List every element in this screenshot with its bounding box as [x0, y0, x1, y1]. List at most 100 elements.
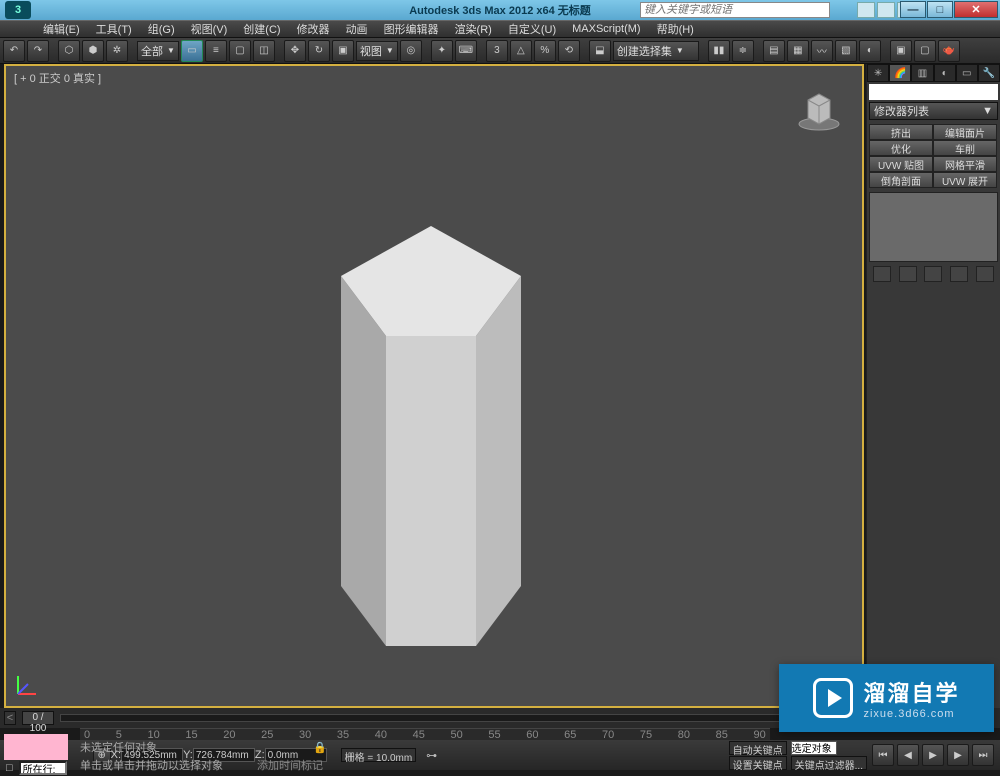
link-button[interactable]: ⬡	[58, 40, 80, 62]
manipulate-button[interactable]: ✦	[431, 40, 453, 62]
lock-icon[interactable]: 🔒	[313, 741, 327, 754]
viewport-label[interactable]: [ + 0 正交 0 真实 ]	[14, 70, 101, 86]
goto-start-button[interactable]: ⏮	[872, 744, 894, 766]
modifier-stack[interactable]	[869, 192, 998, 262]
menu-tools[interactable]: 工具(T)	[88, 21, 140, 37]
main-toolbar: ↶ ↷ ⬡ ⬢ ✲ 全部▼ ▭ ≡ ▢ ◫ ✥ ↻ ▣ 视图▼ ◎ ✦ ⌨ 3 …	[0, 38, 1000, 64]
selection-filter-combo[interactable]: 全部▼	[137, 41, 179, 61]
named-selection-combo[interactable]: 创建选择集▼	[613, 41, 699, 61]
mod-optimize-button[interactable]: 优化	[869, 140, 933, 156]
menu-help[interactable]: 帮助(H)	[649, 21, 702, 37]
stack-toolbar	[867, 264, 1000, 284]
kbd-shortcut-button[interactable]: ⌨	[455, 40, 477, 62]
edit-named-sel-button[interactable]: ⬓	[589, 40, 611, 62]
render-button[interactable]: 🫖	[938, 40, 960, 62]
setkey-button[interactable]: 设置关键点	[729, 756, 787, 770]
watermark-url: zixue.3d66.com	[863, 708, 954, 720]
scale-button[interactable]: ▣	[332, 40, 354, 62]
tab-create-icon[interactable]: ✳	[867, 64, 889, 82]
pivot-button[interactable]: ◎	[400, 40, 422, 62]
mod-editpatch-button[interactable]: 编辑面片	[933, 124, 997, 140]
time-track[interactable]	[60, 714, 842, 722]
select-button[interactable]: ▭	[181, 40, 203, 62]
menu-group[interactable]: 组(G)	[140, 21, 183, 37]
curve-editor-button[interactable]: 〰	[811, 40, 833, 62]
menu-rendering[interactable]: 渲染(R)	[447, 21, 500, 37]
keymode-combo[interactable]	[791, 741, 837, 755]
mirror-button[interactable]: ▮▮	[708, 40, 730, 62]
menu-edit[interactable]: 编辑(E)	[35, 21, 88, 37]
schematic-button[interactable]: ▧	[835, 40, 857, 62]
menu-maxscript[interactable]: MAXScript(M)	[564, 23, 648, 35]
keyword-search-input[interactable]	[640, 2, 830, 18]
frame-indicator[interactable]: 0 / 100	[22, 711, 54, 725]
mod-uvwunwrap-button[interactable]: UVW 展开	[933, 172, 997, 188]
ref-coord-combo[interactable]: 视图▼	[356, 41, 398, 61]
angle-snap-button[interactable]: △	[510, 40, 532, 62]
minimize-button[interactable]: —	[900, 1, 926, 18]
remove-mod-icon[interactable]	[950, 266, 968, 282]
viewport[interactable]: [ + 0 正交 0 真实 ]	[4, 64, 864, 708]
goto-end-button[interactable]: ⏭	[972, 744, 994, 766]
script-line-indicator: □	[6, 762, 13, 774]
layers-button[interactable]: ▤	[763, 40, 785, 62]
autokey-button[interactable]: 自动关键点	[729, 741, 787, 755]
menu-grapheditors[interactable]: 图形编辑器	[376, 21, 447, 37]
close-button[interactable]: ✕	[954, 1, 998, 18]
mod-extrude-button[interactable]: 挤出	[869, 124, 933, 140]
timeline-prev-icon[interactable]: <	[4, 711, 16, 725]
select-name-button[interactable]: ≡	[205, 40, 227, 62]
window-crossing-button[interactable]: ◫	[253, 40, 275, 62]
menu-create[interactable]: 创建(C)	[235, 21, 288, 37]
mod-bevelprofile-button[interactable]: 倒角剖面	[869, 172, 933, 188]
render-frame-button[interactable]: ▢	[914, 40, 936, 62]
select-region-button[interactable]: ▢	[229, 40, 251, 62]
maximize-button[interactable]: □	[927, 1, 953, 18]
tab-hierarchy-icon[interactable]: ▥	[911, 64, 933, 82]
show-result-icon[interactable]	[899, 266, 917, 282]
menu-views[interactable]: 视图(V)	[183, 21, 236, 37]
infocenter-icon[interactable]	[857, 2, 875, 18]
mod-uvwmap-button[interactable]: UVW 贴图	[869, 156, 933, 172]
menu-bar: 编辑(E) 工具(T) 组(G) 视图(V) 创建(C) 修改器 动画 图形编辑…	[0, 20, 1000, 38]
prev-frame-button[interactable]: ◀	[897, 744, 919, 766]
redo-button[interactable]: ↷	[27, 40, 49, 62]
mod-lathe-button[interactable]: 车削	[933, 140, 997, 156]
snap-button[interactable]: 3	[486, 40, 508, 62]
axis-gizmo-icon	[14, 670, 42, 698]
percent-snap-button[interactable]: %	[534, 40, 556, 62]
add-time-tag-button[interactable]: 添加时间标记	[257, 757, 323, 773]
menu-customize[interactable]: 自定义(U)	[500, 21, 564, 37]
time-config-icon[interactable]: ⊶	[426, 749, 437, 762]
undo-button[interactable]: ↶	[3, 40, 25, 62]
play-button[interactable]: ▶	[922, 744, 944, 766]
scene-object[interactable]	[286, 196, 576, 676]
spinner-snap-button[interactable]: ⟲	[558, 40, 580, 62]
modifier-list-combo[interactable]: 修改器列表▼	[869, 102, 998, 120]
move-button[interactable]: ✥	[284, 40, 306, 62]
menu-animation[interactable]: 动画	[338, 21, 376, 37]
render-setup-button[interactable]: ▣	[890, 40, 912, 62]
unlink-button[interactable]: ⬢	[82, 40, 104, 62]
tab-motion-icon[interactable]: ◐	[934, 64, 956, 82]
graphite-button[interactable]: ▦	[787, 40, 809, 62]
make-unique-icon[interactable]	[924, 266, 942, 282]
menu-modifiers[interactable]: 修改器	[289, 21, 338, 37]
keyfilter-button[interactable]: 关键点过滤器...	[791, 756, 867, 770]
rotate-button[interactable]: ↻	[308, 40, 330, 62]
material-editor-button[interactable]: ◐	[859, 40, 881, 62]
trackbar-key[interactable]	[4, 734, 68, 760]
tab-utilities-icon[interactable]: 🔧	[978, 64, 1000, 82]
tab-modify-icon[interactable]: 🌈	[889, 64, 911, 82]
align-button[interactable]: ≑	[732, 40, 754, 62]
viewcube-icon[interactable]	[796, 86, 842, 132]
mod-meshsmooth-button[interactable]: 网格平滑	[933, 156, 997, 172]
pin-stack-icon[interactable]	[873, 266, 891, 282]
tab-display-icon[interactable]: ▭	[956, 64, 978, 82]
star-icon[interactable]	[877, 2, 895, 18]
bind-button[interactable]: ✲	[106, 40, 128, 62]
object-name-input[interactable]	[869, 84, 998, 100]
next-frame-button[interactable]: ▶	[947, 744, 969, 766]
configure-sets-icon[interactable]	[976, 266, 994, 282]
script-row-input[interactable]	[19, 761, 67, 775]
